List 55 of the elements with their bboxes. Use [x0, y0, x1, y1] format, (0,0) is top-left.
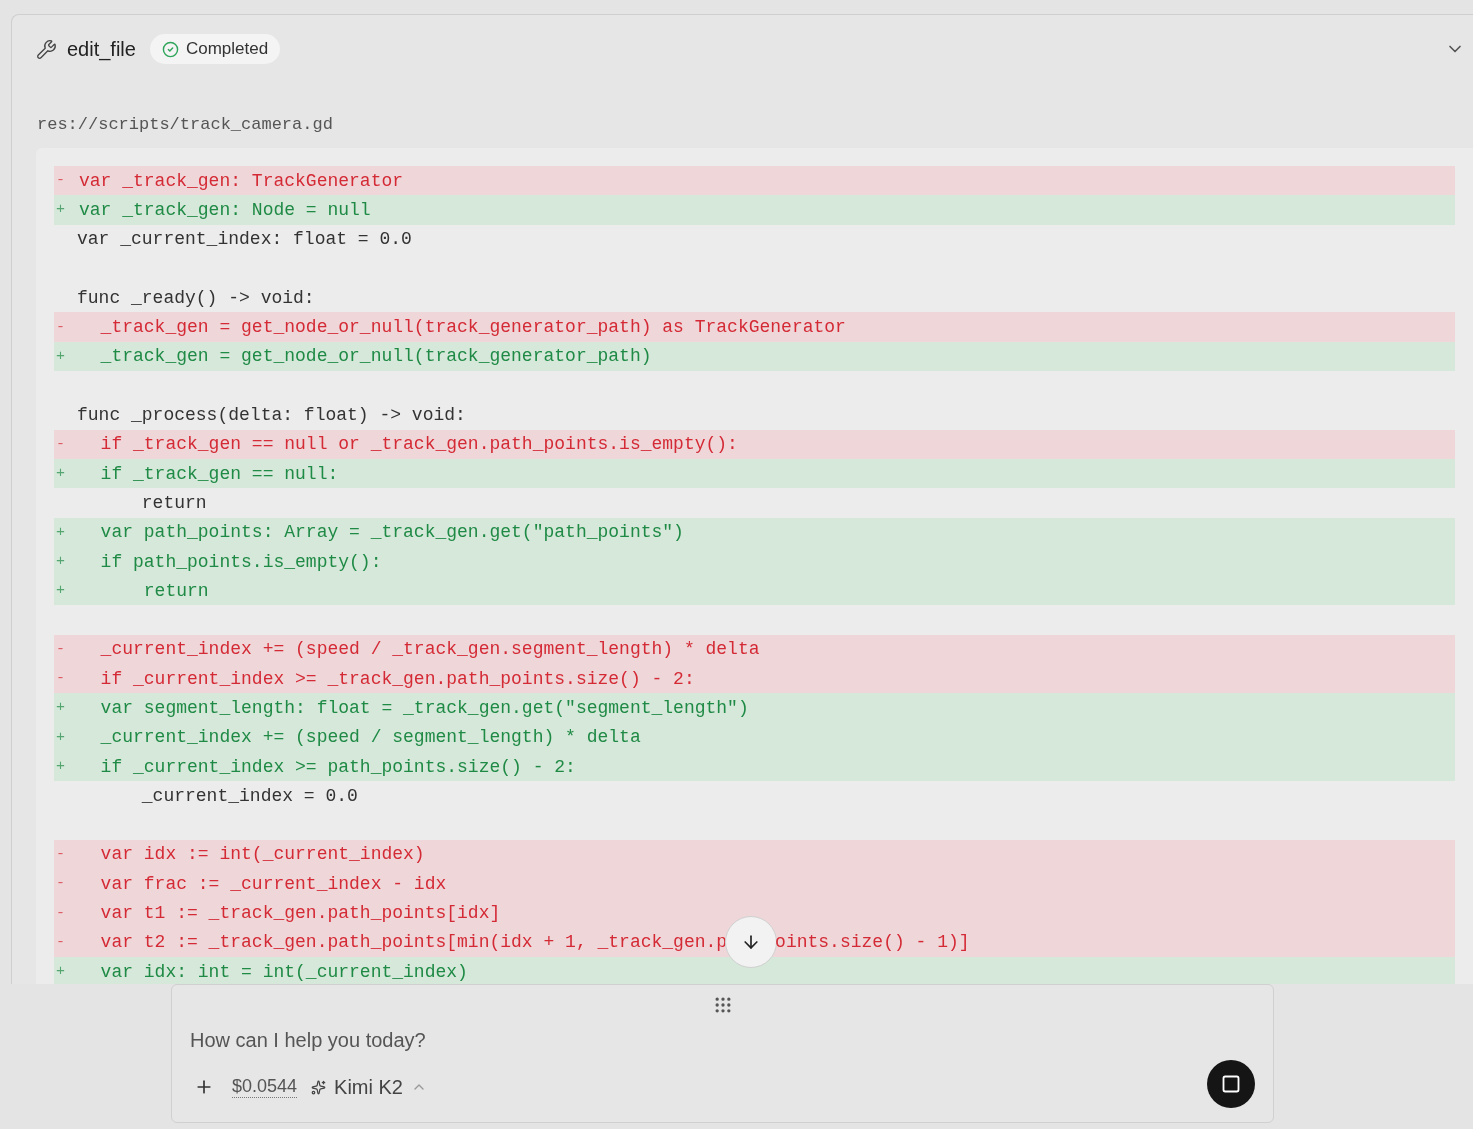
code-text: if _current_index >= _track_gen.path_points.size() - 2:: [99, 668, 695, 689]
code-text: if _current_index >= path_points.size() - 2:: [99, 756, 576, 777]
diff-marker: +: [55, 758, 66, 776]
diff-marker: -: [55, 933, 66, 951]
code-text: if _track_gen == null:: [99, 463, 339, 484]
diff-marker: -: [55, 904, 66, 922]
code-text: func _ready() -> void:: [77, 287, 315, 308]
diff-marker: +: [55, 582, 66, 600]
status-badge: Completed: [149, 34, 281, 64]
code-text: func _process(delta: float) -> void:: [77, 405, 466, 425]
code-text: var _track_gen: Node = null: [79, 199, 371, 220]
cost-label: $0.0544: [232, 1076, 298, 1098]
diff-marker: -: [55, 172, 66, 190]
sparkle-icon: [311, 1079, 327, 1095]
code-text: _current_index = 0.0: [140, 785, 358, 806]
code-text: var t2 := _track_gen.path_points[min(idx + 1, _track_gen.p: [99, 932, 728, 953]
message-input[interactable]: How can I help you today?: [190, 1029, 1255, 1052]
diff-marker: -: [55, 845, 66, 863]
code-text: var _track_gen: TrackGenerator: [79, 170, 404, 191]
check-icon: [161, 40, 179, 58]
diff-marker: +: [55, 201, 66, 219]
diff-marker: -: [55, 875, 66, 893]
diff-marker: -: [55, 640, 66, 658]
code-text: oints.size() - 1)]: [775, 932, 970, 953]
diff-marker: +: [55, 728, 66, 746]
code-text: _track_gen = get_node_or_null(track_generator_path) as TrackGenerator: [99, 317, 846, 338]
code-text: return: [140, 492, 207, 513]
diff-marker: +: [55, 523, 66, 541]
file-path: res://scripts/track_camera.gd: [37, 115, 334, 134]
code-text: var idx := int(_current_index): [99, 844, 425, 865]
stop-icon: [1221, 1074, 1241, 1094]
code-text: return: [142, 580, 209, 601]
stop-button[interactable]: [1207, 1060, 1255, 1108]
diff-marker: +: [55, 553, 66, 570]
diff-marker: +: [55, 347, 66, 365]
diff-marker: -: [55, 435, 66, 453]
wrench-icon: [36, 38, 57, 60]
diff-marker: +: [55, 699, 66, 717]
code-text: var t1 := _track_gen.path_points[idx]: [99, 903, 501, 924]
code-text: if path_points.is_empty():: [99, 551, 382, 572]
code-text: var segment_length: float = _track_gen.get("segment_length"): [99, 698, 749, 718]
model-selector[interactable]: Kimi K2: [311, 1075, 427, 1099]
diff-marker: -: [55, 670, 66, 688]
diff-marker: -: [55, 318, 66, 336]
code-text: _current_index += (speed / segment_length) * delta: [99, 727, 641, 748]
code-text: var path_points: Array = _track_gen.get("path_points"): [99, 522, 684, 543]
tool-name: edit_file: [67, 37, 136, 61]
code-text: var idx: int = int(_current_index): [99, 961, 468, 982]
code-text: var _current_index: float = 0.0: [77, 229, 412, 250]
code-text: _track_gen = get_node_or_null(track_generator_path): [99, 346, 652, 367]
diff-marker: +: [55, 465, 66, 483]
diff-marker: +: [55, 963, 66, 981]
code-text: if _track_gen == null or _track_gen.path_points.is_empty():: [99, 434, 738, 455]
code-text: var frac := _current_index - idx: [99, 873, 447, 894]
code-text: _current_index += (speed / _track_gen.segment_length) * delta: [99, 639, 760, 660]
